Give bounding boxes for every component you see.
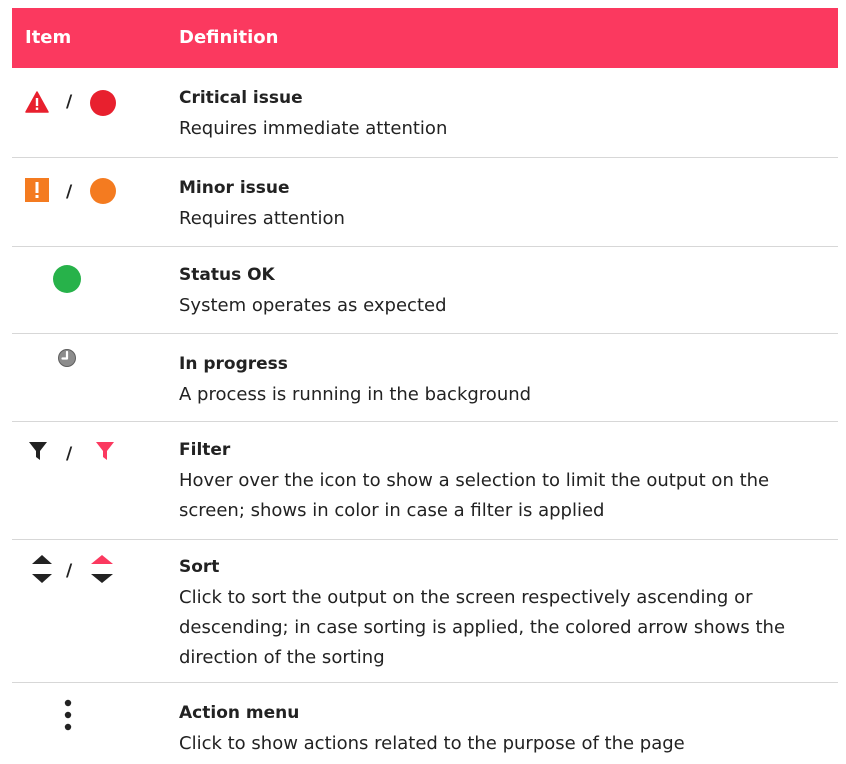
icon-separator: / (66, 561, 73, 581)
row-title: Filter (179, 440, 231, 460)
row-divider (12, 682, 838, 683)
row-title: Action menu (179, 703, 300, 723)
red-dot-icon (90, 90, 116, 116)
row-title: Sort (179, 557, 220, 577)
icon-separator: / (66, 444, 73, 464)
filter-icon (29, 442, 47, 460)
row-divider (12, 333, 838, 334)
green-dot-icon (53, 265, 81, 293)
exclamation-square-icon (25, 178, 49, 202)
row-title: In progress (179, 354, 288, 374)
vertical-dots-icon (64, 699, 72, 731)
header-definition-label: Definition (179, 27, 279, 48)
sort-icon (32, 555, 52, 583)
warning-triangle-icon (25, 91, 49, 113)
row-icons: / (12, 440, 162, 480)
row-description: System operates as expected (179, 295, 447, 316)
orange-dot-icon (90, 178, 116, 204)
row-description: A process is running in the background (179, 384, 532, 405)
icon-separator: / (66, 182, 73, 202)
row-description: Requires immediate attention (179, 118, 448, 139)
row-icons (12, 265, 162, 305)
row-divider (12, 421, 838, 422)
row-icons: / (12, 555, 162, 597)
row-title: Status OK (179, 265, 275, 285)
row-description: Click to sort the output on the screen r… (179, 587, 786, 668)
row-divider (12, 157, 838, 158)
sort-ascending-active-icon (91, 555, 113, 583)
row-icons: / (12, 178, 162, 218)
row-description: Requires attention (179, 208, 345, 229)
row-description: Hover over the icon to show a selection … (179, 470, 770, 521)
row-title: Critical issue (179, 88, 303, 108)
header-item-label: Item (25, 27, 72, 48)
filter-active-icon (96, 442, 114, 460)
row-divider (12, 246, 838, 247)
clock-icon (58, 349, 76, 367)
row-description: Click to show actions related to the pur… (179, 733, 685, 754)
row-divider (12, 539, 838, 540)
row-title: Minor issue (179, 178, 290, 198)
row-icons: / (12, 88, 162, 128)
table-header: Item Definition (12, 8, 838, 68)
icon-separator: / (66, 92, 73, 112)
row-icons (12, 699, 162, 743)
row-icons (12, 349, 162, 394)
